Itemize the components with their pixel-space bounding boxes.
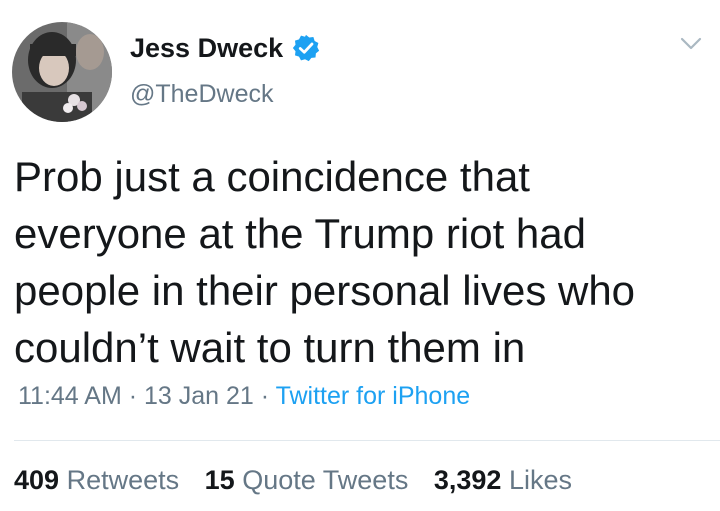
quote-tweets-stat[interactable]: 15 Quote Tweets <box>205 465 416 495</box>
quote-tweets-label: Quote Tweets <box>242 465 409 495</box>
tweet-meta: 11:44 AM · 13 Jan 21 · Twitter for iPhon… <box>18 382 470 411</box>
tweet-card: Jess Dweck @TheDweck Prob just a coincid… <box>0 0 720 511</box>
meta-separator: · <box>121 382 144 410</box>
quote-tweets-count: 15 <box>204 465 235 495</box>
retweets-stat[interactable]: 409 Retweets <box>14 465 187 495</box>
divider <box>14 440 720 441</box>
tweet-time[interactable]: 11:44 AM <box>18 382 122 410</box>
likes-stat[interactable]: 3,392 Likes <box>434 465 572 495</box>
likes-count: 3,392 <box>433 465 502 495</box>
avatar-photo <box>12 22 112 122</box>
tweet-text: Prob just a coincidence that everyone at… <box>14 153 636 371</box>
username-handle[interactable]: @TheDweck <box>130 80 273 109</box>
avatar[interactable] <box>12 22 112 122</box>
likes-label: Likes <box>508 465 572 495</box>
tweet-source-link[interactable]: Twitter for iPhone <box>276 382 471 410</box>
tweet-date[interactable]: 13 Jan 21 <box>144 382 254 410</box>
retweets-count: 409 <box>14 465 60 495</box>
tweet-stats: 409 Retweets 15 Quote Tweets 3,392 Likes <box>14 465 590 496</box>
chevron-down-icon[interactable] <box>680 36 702 52</box>
verified-badge-icon <box>291 33 321 63</box>
display-name[interactable]: Jess Dweck <box>130 33 283 64</box>
retweets-label: Retweets <box>66 465 180 495</box>
meta-separator: · <box>253 382 276 410</box>
author-name-row[interactable]: Jess Dweck <box>130 30 321 66</box>
